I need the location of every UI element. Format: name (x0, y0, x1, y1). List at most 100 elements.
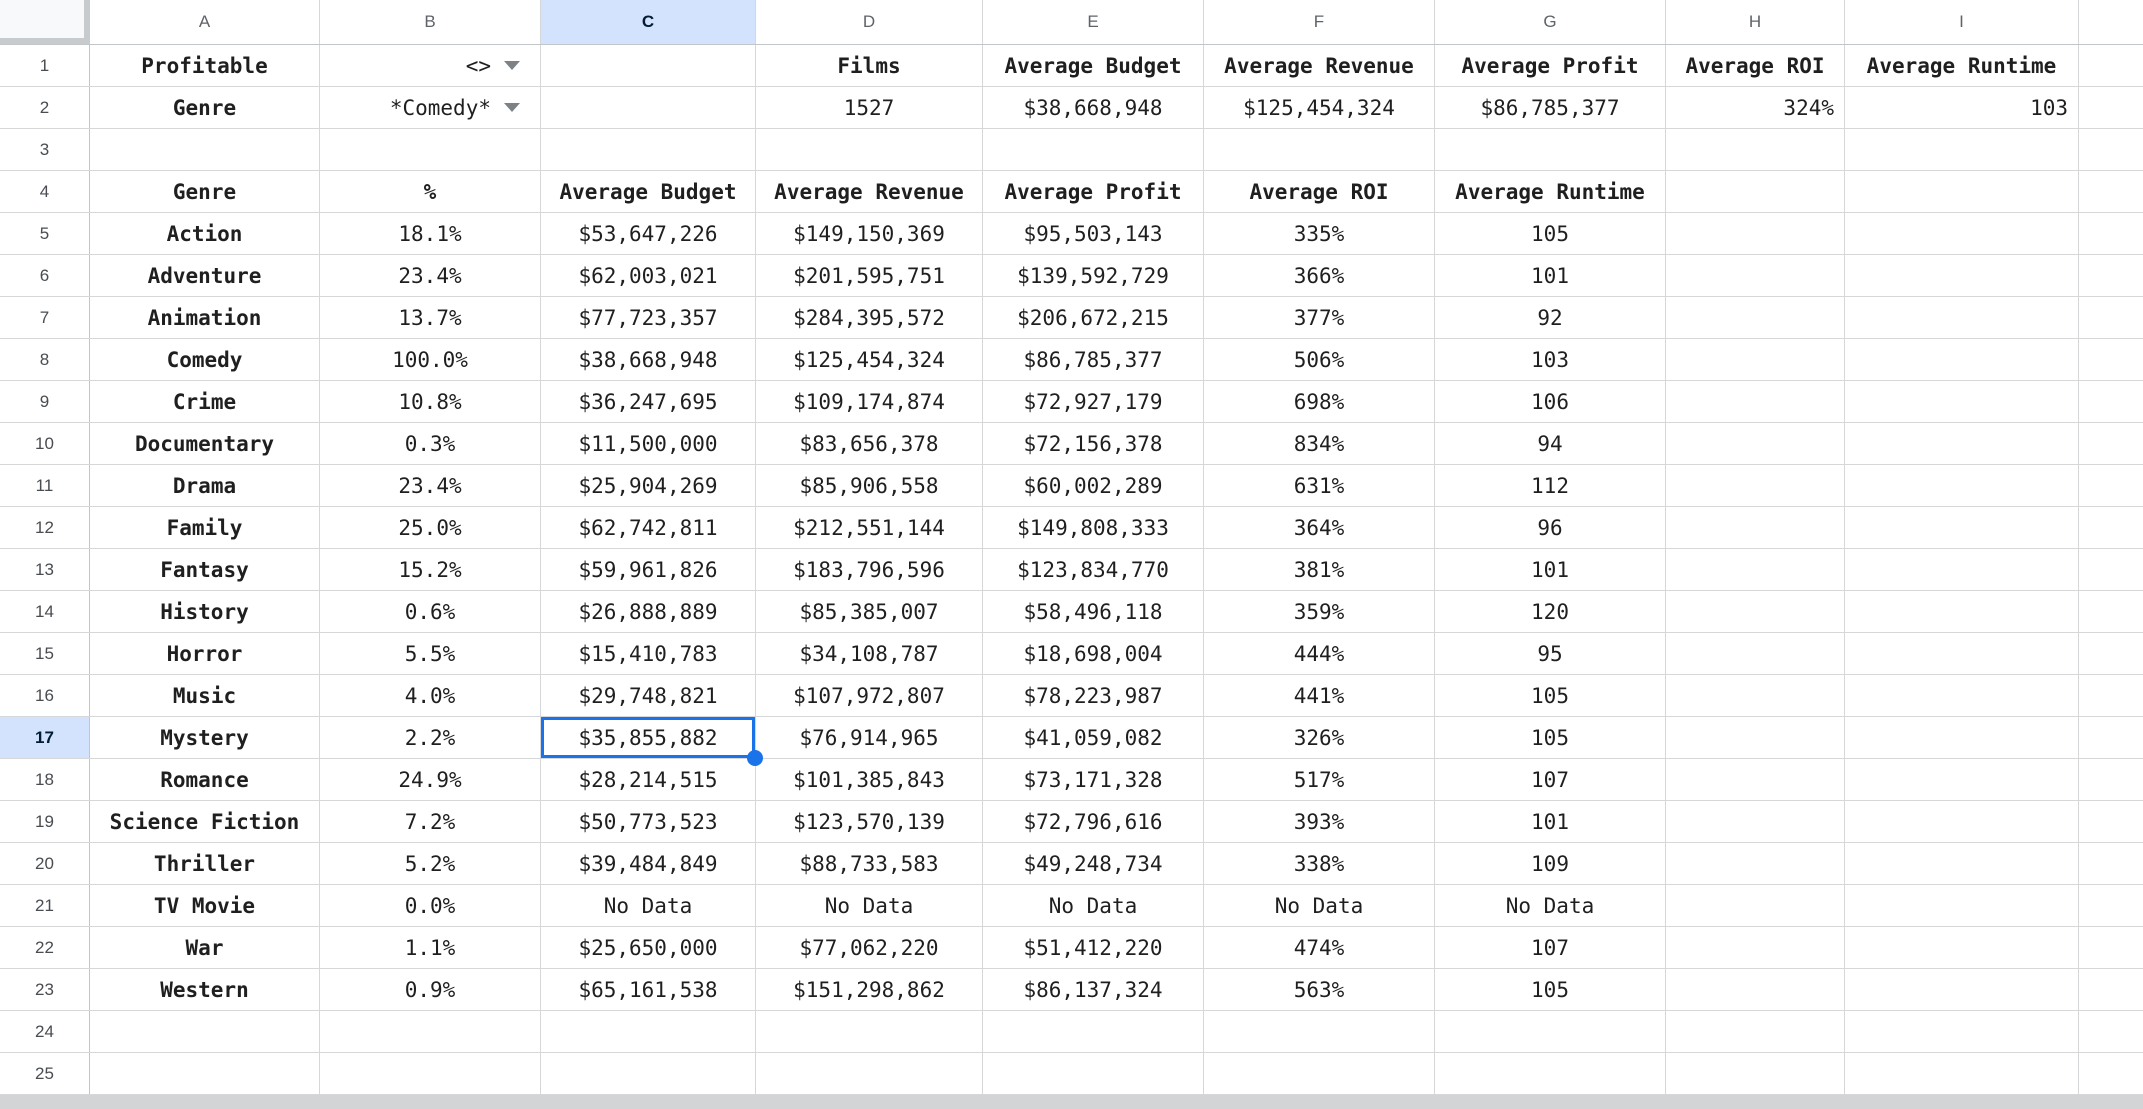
cell-A17[interactable]: Mystery (90, 717, 320, 758)
row-header-13[interactable]: 13 (0, 549, 90, 590)
cell-B12[interactable]: 25.0% (320, 507, 541, 548)
cell-I20[interactable] (1845, 843, 2079, 884)
cell-I25[interactable] (1845, 1053, 2079, 1094)
cell-D5[interactable]: $149,150,369 (756, 213, 983, 254)
dropdown-arrow-icon[interactable] (504, 103, 520, 112)
cell-B19[interactable]: 7.2% (320, 801, 541, 842)
cell-D1[interactable]: Films (756, 45, 983, 86)
cell-I3[interactable] (1845, 129, 2079, 170)
cell-F15[interactable]: 444% (1204, 633, 1435, 674)
row-header-5[interactable]: 5 (0, 213, 90, 254)
cell-B3[interactable] (320, 129, 541, 170)
cell-E6[interactable]: $139,592,729 (983, 255, 1204, 296)
cell-F5[interactable]: 335% (1204, 213, 1435, 254)
cell-H3[interactable] (1666, 129, 1845, 170)
cell-H20[interactable] (1666, 843, 1845, 884)
row-header-4[interactable]: 4 (0, 171, 90, 212)
cell-G25[interactable] (1435, 1053, 1666, 1094)
cell-D22[interactable]: $77,062,220 (756, 927, 983, 968)
cell-F7[interactable]: 377% (1204, 297, 1435, 338)
cell-H16[interactable] (1666, 675, 1845, 716)
cell-H10[interactable] (1666, 423, 1845, 464)
row-header-25[interactable]: 25 (0, 1053, 90, 1094)
row-header-7[interactable]: 7 (0, 297, 90, 338)
cell-G24[interactable] (1435, 1011, 1666, 1052)
cell-B11[interactable]: 23.4% (320, 465, 541, 506)
cell-D7[interactable]: $284,395,572 (756, 297, 983, 338)
cell-D23[interactable]: $151,298,862 (756, 969, 983, 1010)
cell-E22[interactable]: $51,412,220 (983, 927, 1204, 968)
cell-H14[interactable] (1666, 591, 1845, 632)
cell-I23[interactable] (1845, 969, 2079, 1010)
cell-A1[interactable]: Profitable (90, 45, 320, 86)
row-header-11[interactable]: 11 (0, 465, 90, 506)
cell-E1[interactable]: Average Budget (983, 45, 1204, 86)
cell-A25[interactable] (90, 1053, 320, 1094)
cell-H8[interactable] (1666, 339, 1845, 380)
cell-E7[interactable]: $206,672,215 (983, 297, 1204, 338)
cell-A24[interactable] (90, 1011, 320, 1052)
row-header-10[interactable]: 10 (0, 423, 90, 464)
cell-D8[interactable]: $125,454,324 (756, 339, 983, 380)
cell-C9[interactable]: $36,247,695 (541, 381, 756, 422)
cell-F18[interactable]: 517% (1204, 759, 1435, 800)
cell-F14[interactable]: 359% (1204, 591, 1435, 632)
cell-E16[interactable]: $78,223,987 (983, 675, 1204, 716)
cell-E18[interactable]: $73,171,328 (983, 759, 1204, 800)
cell-C5[interactable]: $53,647,226 (541, 213, 756, 254)
cell-G1[interactable]: Average Profit (1435, 45, 1666, 86)
cell-E10[interactable]: $72,156,378 (983, 423, 1204, 464)
cell-C1[interactable] (541, 45, 756, 86)
cell-G16[interactable]: 105 (1435, 675, 1666, 716)
cell-F3[interactable] (1204, 129, 1435, 170)
cell-G22[interactable]: 107 (1435, 927, 1666, 968)
cell-H23[interactable] (1666, 969, 1845, 1010)
cell-B7[interactable]: 13.7% (320, 297, 541, 338)
cell-F8[interactable]: 506% (1204, 339, 1435, 380)
cell-H11[interactable] (1666, 465, 1845, 506)
cell-D2[interactable]: 1527 (756, 87, 983, 128)
row-header-3[interactable]: 3 (0, 129, 90, 170)
row-header-9[interactable]: 9 (0, 381, 90, 422)
cell-F13[interactable]: 381% (1204, 549, 1435, 590)
cell-E20[interactable]: $49,248,734 (983, 843, 1204, 884)
cell-I19[interactable] (1845, 801, 2079, 842)
cell-B2[interactable]: *Comedy* (320, 87, 541, 128)
cell-H4[interactable] (1666, 171, 1845, 212)
cell-I4[interactable] (1845, 171, 2079, 212)
cell-E24[interactable] (983, 1011, 1204, 1052)
column-header-G[interactable]: G (1435, 0, 1666, 44)
cell-H5[interactable] (1666, 213, 1845, 254)
cell-A8[interactable]: Comedy (90, 339, 320, 380)
cell-C22[interactable]: $25,650,000 (541, 927, 756, 968)
cell-H21[interactable] (1666, 885, 1845, 926)
cell-E17[interactable]: $41,059,082 (983, 717, 1204, 758)
cell-C13[interactable]: $59,961,826 (541, 549, 756, 590)
cell-B23[interactable]: 0.9% (320, 969, 541, 1010)
cell-E25[interactable] (983, 1053, 1204, 1094)
cell-B24[interactable] (320, 1011, 541, 1052)
cell-H17[interactable] (1666, 717, 1845, 758)
fill-handle[interactable] (747, 750, 763, 766)
cell-I8[interactable] (1845, 339, 2079, 380)
cell-C23[interactable]: $65,161,538 (541, 969, 756, 1010)
cell-A18[interactable]: Romance (90, 759, 320, 800)
cell-I22[interactable] (1845, 927, 2079, 968)
cell-F21[interactable]: No Data (1204, 885, 1435, 926)
cell-A4[interactable]: Genre (90, 171, 320, 212)
cell-D13[interactable]: $183,796,596 (756, 549, 983, 590)
cell-A9[interactable]: Crime (90, 381, 320, 422)
row-header-20[interactable]: 20 (0, 843, 90, 884)
cell-C8[interactable]: $38,668,948 (541, 339, 756, 380)
cell-I16[interactable] (1845, 675, 2079, 716)
cell-A6[interactable]: Adventure (90, 255, 320, 296)
cell-B14[interactable]: 0.6% (320, 591, 541, 632)
cell-D15[interactable]: $34,108,787 (756, 633, 983, 674)
select-all-corner[interactable] (0, 0, 90, 44)
cell-D21[interactable]: No Data (756, 885, 983, 926)
cell-F11[interactable]: 631% (1204, 465, 1435, 506)
cell-A21[interactable]: TV Movie (90, 885, 320, 926)
cell-E4[interactable]: Average Profit (983, 171, 1204, 212)
column-header-B[interactable]: B (320, 0, 541, 44)
cell-D3[interactable] (756, 129, 983, 170)
